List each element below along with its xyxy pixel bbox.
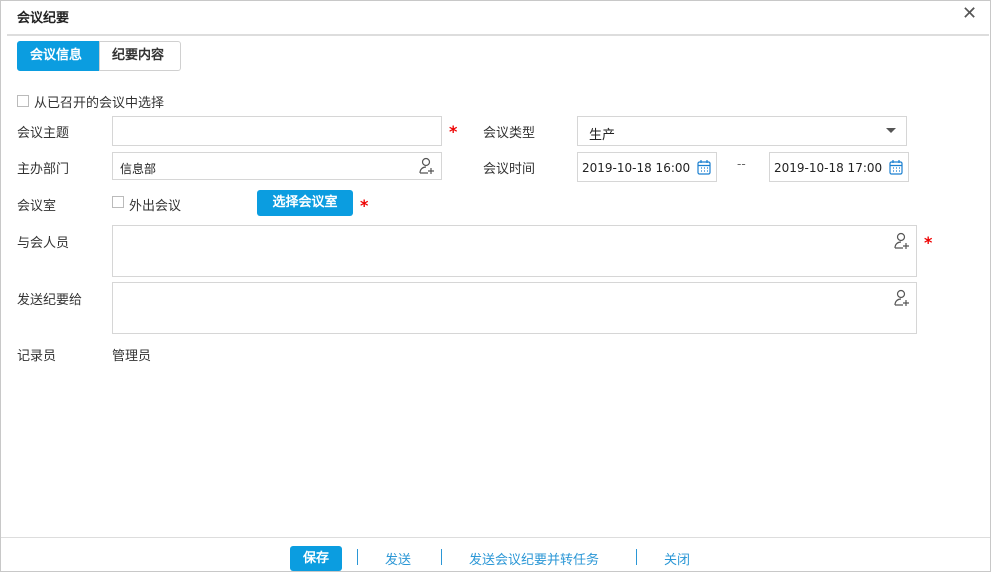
add-user-icon[interactable] <box>893 289 911 307</box>
tab-minutes-content[interactable]: 纪要内容 <box>99 41 181 71</box>
divider <box>7 34 989 36</box>
time-separator: -- <box>737 157 746 171</box>
send-to-label: 发送纪要给 <box>17 293 83 308</box>
tab-meeting-info[interactable]: 会议信息 <box>17 41 100 71</box>
recorder-value: 管理员 <box>112 349 152 364</box>
select-existing-checkbox[interactable] <box>17 95 29 107</box>
required-mark: * <box>360 196 369 215</box>
send-and-task-link[interactable]: 发送会议纪要并转任务 <box>469 549 599 568</box>
send-to-input[interactable] <box>112 282 917 334</box>
calendar-icon[interactable] <box>889 159 903 175</box>
start-time-value: 2019-10-18 16:00 <box>582 161 691 175</box>
type-value: 生产 <box>589 128 616 143</box>
add-user-icon[interactable] <box>893 232 911 250</box>
time-label: 会议时间 <box>483 162 536 177</box>
attendees-label: 与会人员 <box>17 236 70 251</box>
type-select[interactable]: 生产 <box>577 116 907 146</box>
separator <box>441 549 442 565</box>
room-label: 会议室 <box>17 199 57 214</box>
separator <box>357 549 358 565</box>
end-time-value: 2019-10-18 17:00 <box>774 161 883 175</box>
outside-meeting-checkbox[interactable] <box>112 196 124 208</box>
select-room-button[interactable]: 选择会议室 <box>257 190 353 216</box>
recorder-label: 记录员 <box>17 349 57 364</box>
subject-label: 会议主题 <box>17 126 70 141</box>
close-icon[interactable]: ✕ <box>962 3 977 24</box>
add-user-icon[interactable] <box>418 157 436 175</box>
type-label: 会议类型 <box>483 126 536 141</box>
send-link[interactable]: 发送 <box>385 549 411 568</box>
footer-divider <box>1 537 990 538</box>
calendar-icon[interactable] <box>697 159 711 175</box>
chevron-down-icon <box>886 128 896 133</box>
dialog-title: 会议纪要 <box>17 11 70 26</box>
separator <box>636 549 637 565</box>
dept-label: 主办部门 <box>17 162 70 177</box>
required-mark: * <box>449 122 458 141</box>
save-button[interactable]: 保存 <box>290 546 342 571</box>
end-time-input[interactable]: 2019-10-18 17:00 <box>769 152 909 182</box>
dept-input[interactable]: 信息部 <box>112 152 442 180</box>
dept-value: 信息部 <box>120 162 157 176</box>
select-existing-label: 从已召开的会议中选择 <box>34 96 165 111</box>
start-time-input[interactable]: 2019-10-18 16:00 <box>577 152 717 182</box>
outside-meeting-label: 外出会议 <box>129 199 182 214</box>
subject-input[interactable] <box>112 116 442 146</box>
attendees-input[interactable] <box>112 225 917 277</box>
close-link[interactable]: 关闭 <box>664 549 690 568</box>
required-mark: * <box>924 233 933 252</box>
